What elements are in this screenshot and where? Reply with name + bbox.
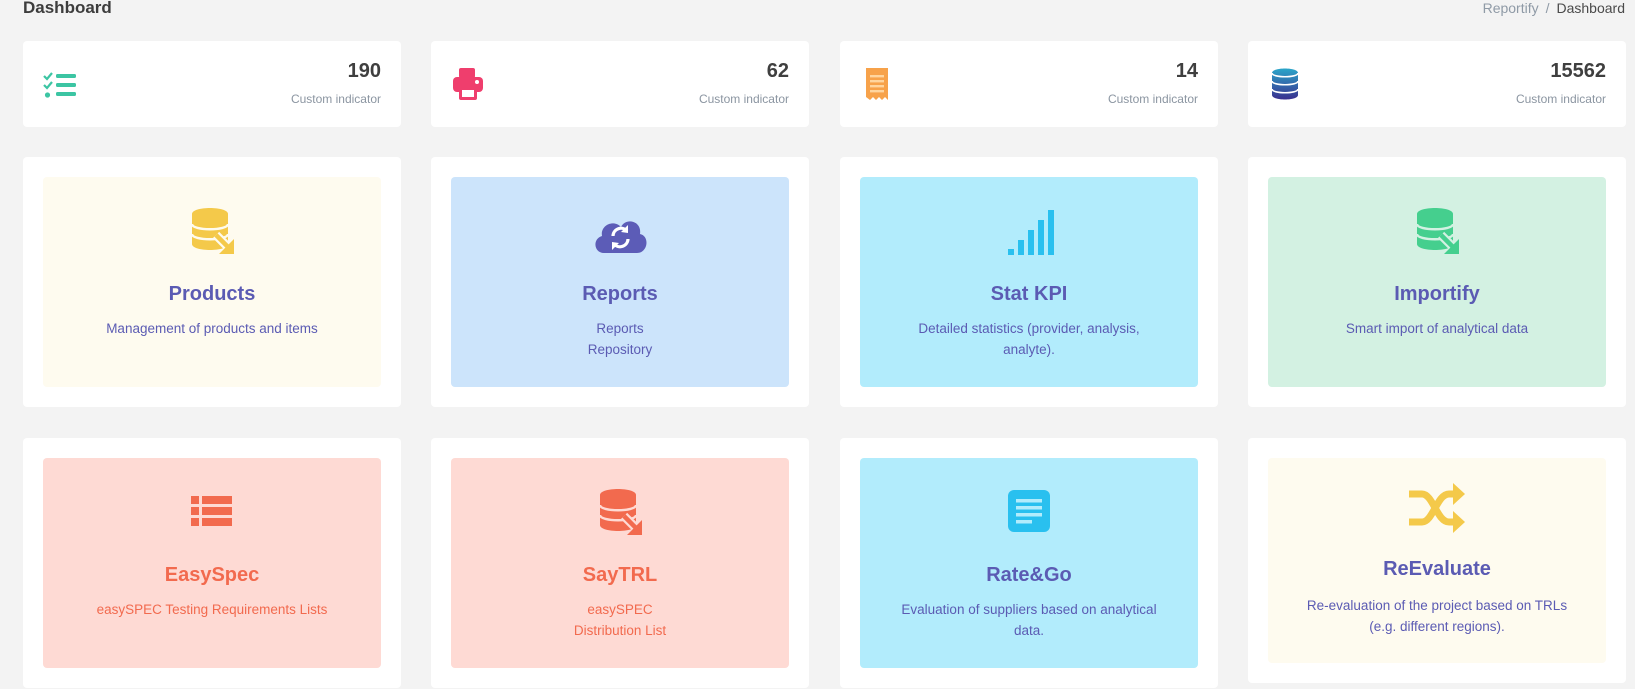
app-description: Re-evaluation of the project based on TR… [1288, 595, 1586, 637]
stat-value: 62 [766, 60, 789, 82]
app-card-body: Reports Reports Repository [451, 177, 789, 387]
app-desc-line: easySPEC Testing Requirements Lists [96, 602, 328, 617]
app-title: Importify [1394, 283, 1480, 305]
app-title: ReEvaluate [1383, 558, 1491, 580]
app-card-body: Importify Smart import of analytical dat… [1268, 177, 1606, 387]
app-description: Management of products and items [63, 318, 361, 339]
checklist-icon [43, 72, 76, 98]
stat-value: 14 [1175, 60, 1198, 82]
app-card-products[interactable]: Products Management of products and item… [23, 157, 401, 407]
stat-caption: Custom indicator [698, 92, 789, 106]
signal-bars-icon [1008, 210, 1054, 255]
breadcrumb: Reportify / Dashboard [1482, 0, 1626, 16]
app-desc-line: Evaluation of suppliers based on analyti… [901, 602, 1157, 617]
app-description: Detailed statistics (provider, analysis,… [880, 318, 1178, 360]
stat-card: 62 Custom indicator [431, 41, 809, 127]
app-title: Stat KPI [990, 283, 1068, 305]
app-card-reevaluate[interactable]: ReEvaluate Re-evaluation of the project … [1248, 438, 1626, 683]
app-description: Evaluation of suppliers based on analyti… [880, 599, 1178, 641]
app-description: easySPEC Testing Requirements Lists [63, 599, 361, 620]
app-title: EasySpec [164, 564, 260, 586]
printer-icon [453, 68, 483, 100]
stat-caption: Custom indicator [1107, 92, 1198, 106]
app-desc-line: data. [1013, 623, 1045, 638]
app-card-reports[interactable]: Reports Reports Repository [431, 157, 809, 407]
app-desc-line: Distribution List [573, 623, 667, 638]
stat-card: 190 Custom indicator [23, 41, 401, 127]
app-card-stat-kpi[interactable]: Stat KPI Detailed statistics (provider, … [840, 157, 1218, 407]
database-export-icon [190, 208, 234, 254]
app-description: Smart import of analytical data [1288, 318, 1586, 339]
app-title: SayTRL [582, 564, 658, 586]
app-desc-line: Management of products and items [106, 321, 318, 336]
app-desc-line: Detailed statistics (provider, analysis, [918, 321, 1140, 336]
app-description: Reports Repository [471, 318, 769, 360]
breadcrumb-current: Dashboard [1556, 0, 1626, 16]
app-card-body: ReEvaluate Re-evaluation of the project … [1268, 458, 1606, 663]
stat-value: 15562 [1550, 60, 1606, 82]
app-card-body: Products Management of products and item… [43, 177, 381, 387]
database-export-icon [598, 489, 642, 535]
breadcrumb-link-reportify[interactable]: Reportify [1483, 0, 1539, 16]
app-card-easyspec[interactable]: EasySpec easySPEC Testing Requirements L… [23, 438, 401, 688]
stat-caption: Custom indicator [290, 92, 381, 106]
stat-card: 15562 Custom indicator [1248, 41, 1626, 127]
app-title: Products [168, 283, 256, 305]
app-desc-line: Smart import of analytical data [1345, 321, 1529, 336]
document-icon [1008, 490, 1050, 532]
shuffle-icon [1409, 483, 1465, 533]
app-card-body: EasySpec easySPEC Testing Requirements L… [43, 458, 381, 668]
page-title: Dashboard [23, 0, 112, 17]
stat-card: 14 Custom indicator [840, 41, 1218, 127]
app-card-body: Rate&Go Evaluation of suppliers based on… [860, 458, 1198, 668]
app-desc-line: Repository [587, 342, 653, 357]
app-card-rate-and-go[interactable]: Rate&Go Evaluation of suppliers based on… [840, 438, 1218, 688]
app-card-body: Stat KPI Detailed statistics (provider, … [860, 177, 1198, 387]
app-desc-line: (e.g. different regions). [1369, 619, 1505, 634]
app-title: Reports [582, 283, 658, 305]
app-card-saytrl[interactable]: SayTRL easySPEC Distribution List [431, 438, 809, 688]
stat-caption: Custom indicator [1515, 92, 1606, 106]
app-card-body: SayTRL easySPEC Distribution List [451, 458, 789, 668]
app-desc-line: easySPEC [587, 602, 653, 617]
stat-value: 190 [347, 60, 381, 82]
app-card-importify[interactable]: Importify Smart import of analytical dat… [1248, 157, 1626, 407]
app-description: easySPEC Distribution List [471, 599, 769, 641]
top-bar: Dashboard Reportify / Dashboard [0, 0, 1635, 30]
list-table-icon [191, 496, 232, 526]
database-icon [1271, 68, 1299, 100]
app-desc-line: Reports [596, 321, 644, 336]
app-title: Rate&Go [986, 564, 1072, 586]
app-desc-line: Re-evaluation of the project based on TR… [1306, 598, 1568, 613]
app-desc-line: analyte). [1003, 342, 1055, 357]
database-export-icon [1415, 208, 1459, 254]
receipt-icon [866, 68, 888, 100]
cloud-sync-icon [595, 221, 647, 253]
